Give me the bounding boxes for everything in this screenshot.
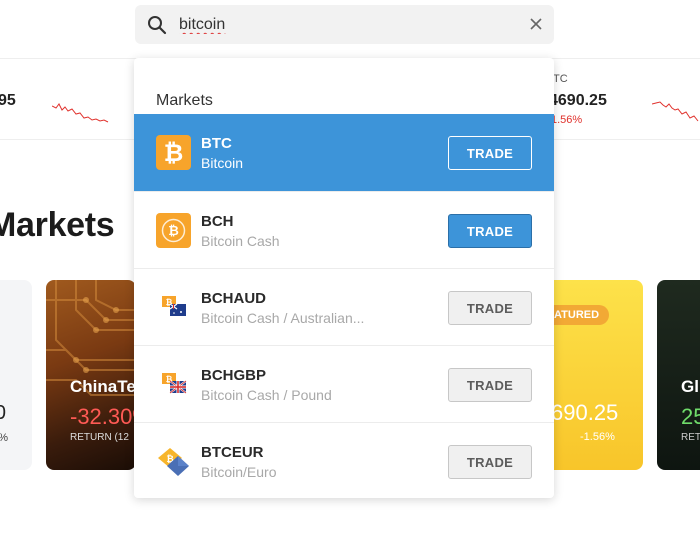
result-symbol: BTC — [201, 135, 232, 152]
card-value: 0 — [0, 402, 6, 424]
card-title: ChinaTe — [70, 377, 136, 396]
svg-text:₿: ₿ — [164, 140, 184, 167]
result-name: Bitcoin Cash / Pound — [201, 387, 332, 403]
ticker-price: 4690.25 — [549, 92, 607, 109]
trade-button[interactable]: TRADE — [448, 445, 532, 479]
result-name: Bitcoin — [201, 155, 244, 171]
page-title: Markets — [0, 206, 115, 244]
card-change: -1.56% — [580, 431, 615, 443]
result-symbol: BTCEUR — [201, 444, 264, 461]
card-return-label: RETURN (12 — [70, 432, 129, 443]
market-card[interactable]: Gl 25 RET — [657, 280, 700, 470]
card-change: % — [0, 432, 8, 444]
result-symbol: BCHAUD — [201, 290, 266, 307]
market-card[interactable]: ChinaTe -32.30% RETURN (12 — [46, 280, 136, 470]
bch-gbp-flag-icon: ₿ — [162, 373, 187, 394]
result-name: Bitcoin Cash / Australian... — [201, 310, 365, 326]
bitcoin-cash-icon: ₿ — [156, 213, 191, 248]
btc-eur-icon: ₿ — [158, 448, 189, 476]
result-name: Bitcoin Cash — [201, 233, 280, 249]
card-value: 690.25 — [551, 400, 619, 425]
card-return-label: RET — [681, 432, 700, 443]
ticker-change: 1.56% — [551, 114, 583, 126]
result-item-btceur[interactable]: ₿ BTCEUR Bitcoin/Euro TRADE — [134, 422, 554, 499]
trade-button[interactable]: TRADE — [448, 291, 532, 325]
results-section-heading: Markets — [156, 92, 213, 109]
market-card[interactable]: 0 % — [0, 280, 32, 470]
card-return: -32.30% — [70, 404, 136, 429]
search-input[interactable] — [179, 13, 509, 37]
search-results-dropdown: Markets ₿ BTC Bitcoin TRADE ₿ BCH Bitcoi… — [134, 58, 554, 498]
bch-aud-flag-icon: ₿ — [162, 296, 186, 316]
search-bar[interactable] — [135, 5, 554, 44]
result-symbol: BCHGBP — [201, 367, 267, 384]
result-symbol: BCH — [201, 213, 234, 230]
result-item-bchaud[interactable]: ₿ BCHAUD Bitcoin Cash / Australian... TR… — [134, 268, 554, 345]
trade-button[interactable]: TRADE — [448, 214, 532, 248]
card-title: Gl — [681, 377, 699, 396]
svg-text:₿: ₿ — [168, 223, 179, 238]
result-item-btc[interactable]: ₿ BTC Bitcoin TRADE — [134, 114, 554, 191]
ticker-sparkline — [52, 103, 109, 123]
trade-button[interactable]: TRADE — [448, 368, 532, 402]
trade-button[interactable]: TRADE — [448, 136, 532, 170]
ticker-sparkline — [652, 101, 699, 122]
result-item-bchgbp[interactable]: ₿ BCHGBP Bitcoin Cash / Pound TRADE — [134, 345, 554, 422]
card-return: 25 — [681, 404, 700, 429]
close-icon[interactable] — [527, 15, 545, 33]
result-item-bch[interactable]: ₿ BCH Bitcoin Cash TRADE — [134, 191, 554, 268]
bitcoin-icon: ₿ — [156, 135, 191, 170]
search-icon — [148, 16, 167, 35]
ticker-price: 95 — [0, 92, 16, 109]
ticker-symbol: TC — [553, 73, 568, 85]
result-name: Bitcoin/Euro — [201, 464, 277, 480]
